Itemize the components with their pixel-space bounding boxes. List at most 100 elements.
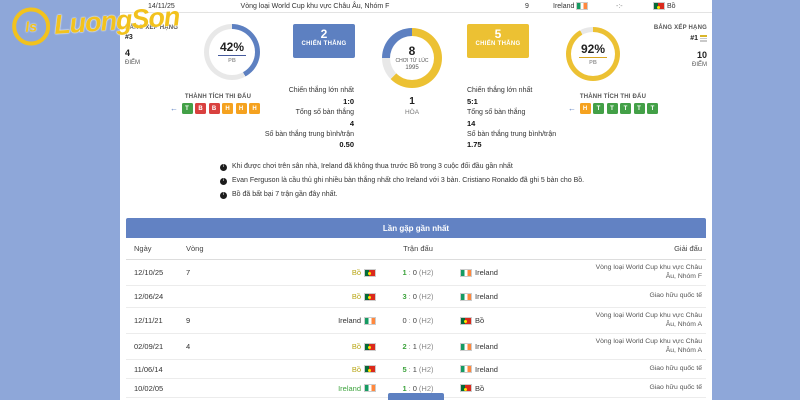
col-header-date: Ngày [134,244,186,253]
ireland-flag-icon [364,384,376,392]
since-label: CHƠI TỪ LÚC [396,58,429,64]
tournament: Vòng loại World Cup khu vực Châu Âu, Nhó… [590,264,702,282]
home-rank-position: #3 [125,34,197,41]
form-result: T [182,103,193,114]
match-away-team: Bồ [653,2,676,10]
form-result: T [634,103,645,114]
draws-block: 1 HÒA [382,96,442,116]
match-date: 12/11/21 [134,316,186,325]
since-year: 1995 [405,65,418,71]
note-item: i Khi được chơi trên sân nhà, Ireland đã… [220,163,680,171]
ireland-flag-icon [364,317,376,325]
away-form-label: THÀNH TÍCH THI ĐẤU [548,94,678,100]
stat-value: 4 [236,119,354,128]
home-points: 4 [125,48,197,58]
h2h-table-header: Ngày Vòng Trận đấu Giải đấu [126,238,706,260]
score: 3:0(H2) [376,292,460,301]
ireland-flag-icon [460,269,472,277]
match-date: 12/10/25 [134,268,186,277]
away-rank-block: BẢNG XẾP HẠNG #1 10 ĐIỂM [635,25,707,68]
portugal-flag-icon [364,343,376,351]
home-rank-label: BẢNG XẾP HẠNG [125,25,197,31]
match-date: 11/06/14 [134,365,186,374]
away-team: Ireland [460,365,590,374]
away-win-rate-caption: PB [589,60,597,66]
stat-value: 14 [467,119,585,128]
info-icon: i [220,192,227,199]
away-points-label: ĐIỂM [635,62,707,68]
games-donut-chart: 8 CHƠI TỪ LÚC 1995 [382,28,442,88]
tournament: Giao hữu quốc tế [590,365,702,374]
note-text: Khi được chơi trên sân nhà, Ireland đã k… [232,163,513,171]
away-team: Ireland [460,292,590,301]
home-team: Bồ [246,365,376,374]
match-competition: Vòng loại World Cup khu vực Châu Âu, Nhó… [175,3,455,10]
portugal-flag-icon [364,269,376,277]
home-wins-value: 2 [293,28,355,41]
portugal-flag-icon [653,2,665,10]
tournament: Giao hữu quốc tế [590,384,702,393]
table-row[interactable]: 11/06/14 Bồ 5:1(H2) Ireland Giao hữu quố… [126,360,706,379]
form-result: T [647,103,658,114]
away-team: Bồ [460,384,590,393]
ireland-flag-icon [460,365,472,373]
away-rank-position: #1 [635,34,707,43]
col-header-round: Vòng [186,244,246,253]
home-team-name: Ireland [553,3,574,10]
insight-notes: i Khi được chơi trên sân nhà, Ireland đã… [220,163,680,205]
home-win-rate-gauge: 42% PB [204,24,260,80]
stat-value: 0.50 [236,140,354,149]
away-win-rate: 92% [579,42,607,58]
away-wins-label: CHIẾN THẮNG [467,41,529,47]
home-form-strip: ← T B B H H H [170,103,260,114]
match-header-row[interactable]: 14/11/25 Vòng loại World Cup khu vực Châ… [120,0,712,13]
stat-label: Số bàn thắng trung bình/trận [467,131,585,140]
table-row[interactable]: 02/09/21 4 Bồ 2:1(H2) Ireland Vòng loại … [126,334,706,360]
away-team: Ireland [460,342,590,351]
note-item: i Evan Ferguson là cầu thủ ghi nhiều bàn… [220,177,680,185]
form-result: H [580,103,591,114]
score: 2:1(H2) [376,342,460,351]
ireland-flag-icon [576,2,588,10]
home-team: Bồ [246,342,376,351]
portugal-flag-icon [364,293,376,301]
match-round: 7 [186,268,246,277]
away-rank-label: BẢNG XẾP HẠNG [635,25,707,31]
score: 5:1(H2) [376,365,460,374]
home-wins-box: 2 CHIẾN THẮNG [293,24,355,58]
match-round: 4 [186,342,246,351]
form-result: B [209,103,220,114]
table-row[interactable]: 12/11/21 9 Ireland 0:0(H2) Bồ Vòng loại … [126,308,706,334]
home-wins-label: CHIẾN THẮNG [293,41,355,47]
away-team: Bồ [460,316,590,325]
form-arrow-icon: ← [568,105,576,113]
info-icon: i [220,178,227,185]
note-item: i Bồ đã bất bại 7 trận gần đây nhất. [220,191,680,199]
h2h-panel: 14/11/25 Vòng loại World Cup khu vực Châ… [120,0,712,400]
tournament: Vòng loại World Cup khu vực Châu Âu, Nhó… [590,338,702,356]
info-icon: i [220,164,227,171]
form-arrow-icon: ← [170,105,178,113]
table-row[interactable]: 12/06/24 Bồ 3:0(H2) Ireland Giao hữu quố… [126,286,706,308]
portugal-flag-icon [364,365,376,373]
match-date: 10/02/05 [134,384,186,393]
ireland-flag-icon [460,293,472,301]
show-more-button[interactable] [388,393,444,400]
match-home-team: Ireland [553,2,588,10]
away-wins-box: 5 CHIẾN THẮNG [467,24,529,58]
score: 1:0(H2) [376,384,460,393]
home-points-label: ĐIỂM [125,60,197,66]
away-wins-value: 5 [467,28,529,41]
portugal-flag-icon [460,384,472,392]
home-win-rate: 42% [218,40,246,56]
match-date: 02/09/21 [134,342,186,351]
standings-icon [700,34,707,43]
table-row[interactable]: 12/10/25 7 Bồ 1:0(H2) Ireland Vòng loại … [126,260,706,286]
away-team: Ireland [460,268,590,277]
form-result: T [620,103,631,114]
col-header-match: Trận đấu [376,244,460,253]
form-result: T [607,103,618,114]
draws-value: 1 [382,96,442,107]
away-team-name: Bồ [667,3,676,10]
ireland-flag-icon [460,343,472,351]
